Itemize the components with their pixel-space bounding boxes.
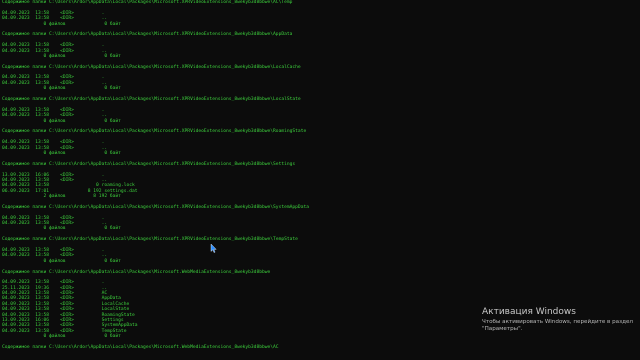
- watermark-text: Чтобы активировать Windows, перейдите в …: [482, 319, 633, 332]
- console-window[interactable]: Содержимое папки C:\Users\Ardor\AppData\…: [0, 0, 640, 360]
- windows-activation-watermark: Активация Windows Чтобы активировать Win…: [482, 307, 640, 333]
- watermark-title: Активация Windows: [482, 307, 576, 317]
